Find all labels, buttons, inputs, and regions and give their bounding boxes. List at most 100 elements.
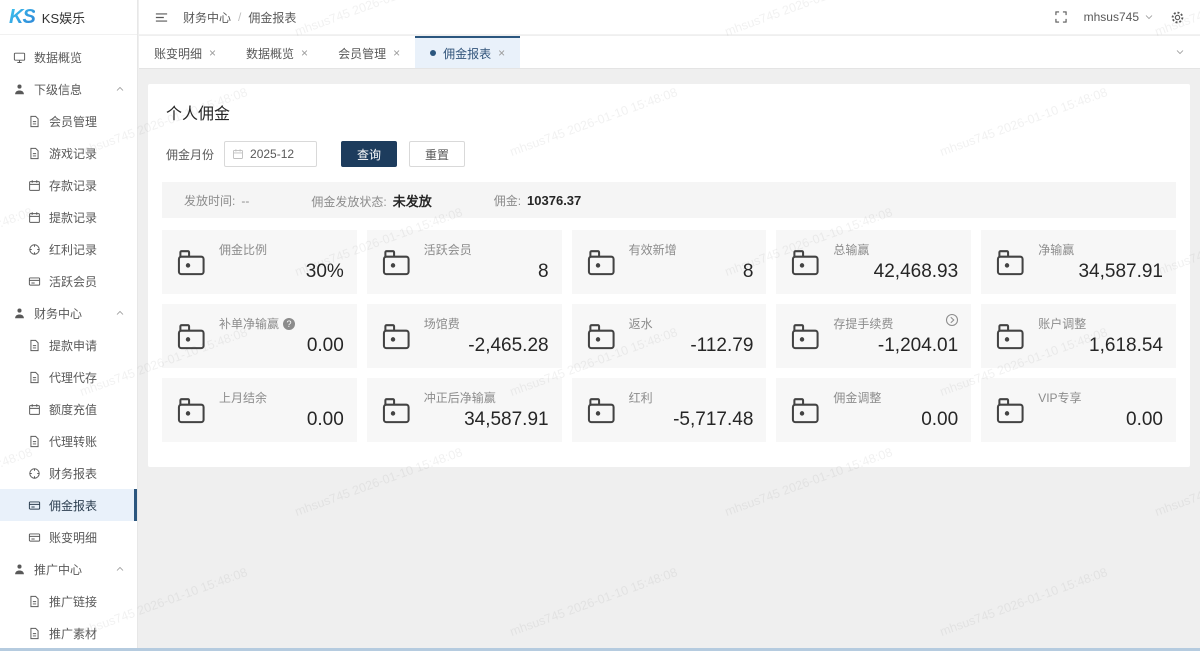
close-icon[interactable]: × [498,46,505,60]
stat-card-body: 活跃会员8 [424,241,549,283]
expand-arrow-icon[interactable] [945,313,959,327]
commission-panel: 个人佣金 佣金月份 2025-12 查询 重置 发放时间: -- 佣金发放状态:… [148,84,1190,467]
close-icon[interactable]: × [393,46,400,60]
stat-card-active-members: 活跃会员8 [367,230,562,294]
sidebar-item-label: 会员管理 [49,113,97,130]
stat-label: 净输赢 [1038,241,1074,258]
sidebar-item-label: 财务中心 [34,305,82,322]
doc-icon [28,147,41,160]
sidebar-item-finance-report[interactable]: 财务报表 [0,457,137,489]
gear-icon[interactable] [1170,10,1185,25]
brand[interactable]: KS KS娱乐 [0,0,137,35]
sidebar-item-label: 额度充值 [49,401,97,418]
sidebar-item-label: 活跃会员 [49,273,97,290]
wallet-icon [175,322,208,351]
wallet-icon [585,248,618,277]
close-icon[interactable]: × [301,46,308,60]
month-picker[interactable]: 2025-12 [224,141,317,167]
sidebar-item-label: 代理转账 [49,433,97,450]
stat-card-body: 返水-112.79 [629,315,754,357]
sidebar-item-commission-report[interactable]: 佣金报表 [0,489,137,521]
sidebar-item-label: 推广链接 [49,593,97,610]
active-tab-dot [430,50,436,56]
sidebar: KS KS娱乐 数据概览下级信息会员管理游戏记录存款记录提款记录红利记录活跃会员… [0,0,138,651]
stat-value: -2,465.28 [424,335,549,357]
issue-time: 发放时间: -- [184,192,249,209]
stat-value: 0.00 [1038,409,1163,431]
stat-card-net-winloss: 净输赢 34,587.91 [981,230,1176,294]
sidebar-item-promotion-materials[interactable]: 推广素材 [0,617,137,649]
breadcrumb: 财务中心 / 佣金报表 [183,9,296,26]
sidebar-item-member-management[interactable]: 会员管理 [0,105,137,137]
stat-value: 0.00 [219,409,344,431]
target-icon [28,467,41,480]
card-icon [28,531,41,544]
stat-card-body: 账户调整1,618.54 [1038,315,1163,357]
close-icon[interactable]: × [209,46,216,60]
person-icon [13,563,26,576]
stat-value: 30% [219,261,344,283]
sidebar-item-active-members[interactable]: 活跃会员 [0,265,137,297]
doc-icon [28,115,41,128]
tabbar-dropdown[interactable] [1175,36,1200,68]
stat-label: 补单净输赢 [219,315,279,332]
sidebar-item-label: 数据概览 [34,49,82,66]
tab-data-overview[interactable]: 数据概览× [231,36,323,68]
stat-value: 34,587.91 [1038,261,1163,283]
sidebar-item-agent-transfer[interactable]: 代理转账 [0,425,137,457]
tab-member-management[interactable]: 会员管理 × [323,36,415,68]
stat-card-body: 补单净输赢?0.00 [219,315,344,357]
help-icon[interactable]: ? [283,318,295,330]
sidebar-item-promotion-center[interactable]: 推广中心 [0,553,137,585]
tab-label: 会员管理 [338,45,386,62]
person-icon [13,307,26,320]
sidebar-item-game-records[interactable]: 游戏记录 [0,137,137,169]
sidebar-item-withdrawal-records[interactable]: 提款记录 [0,201,137,233]
stat-card-commission-adjustment: 佣金调整0.00 [776,378,971,442]
fullscreen-icon[interactable] [1054,10,1068,24]
sidebar-item-bonus-records[interactable]: 红利记录 [0,233,137,265]
top-header: 财务中心 / 佣金报表 mhsus745 [139,0,1200,35]
doc-icon [28,435,41,448]
tab-account-changes[interactable]: 账变明细× [139,36,231,68]
wallet-icon [789,396,822,425]
wallet-icon [380,396,413,425]
user-menu[interactable]: mhsus745 [1084,10,1154,24]
sidebar-item-agent-deposit[interactable]: 代理代存 [0,361,137,393]
commission-label: 佣金: [494,192,521,209]
sidebar-item-promotion-links[interactable]: 推广链接 [0,585,137,617]
calendar-icon [232,148,244,160]
reset-button[interactable]: 重置 [409,141,465,167]
tab-commission-report[interactable]: 佣金报表 × [415,36,520,68]
sidebar-item-sub-info[interactable]: 下级信息 [0,73,137,105]
sidebar-item-label: 推广中心 [34,561,82,578]
menu-toggle-icon[interactable] [154,10,169,25]
stat-card-body: 存提手续费-1,204.01 [833,315,958,357]
sidebar-item-quota-recharge[interactable]: 额度充值 [0,393,137,425]
sidebar-item-finance-center[interactable]: 财务中心 [0,297,137,329]
calendar-icon [28,403,41,416]
stat-card-vip-exclusive: VIP专享0.00 [981,378,1176,442]
wallet-icon [380,322,413,351]
wallet-icon [994,248,1027,277]
page-title: 个人佣金 [166,100,1176,124]
sidebar-item-withdrawal-request[interactable]: 提款申请 [0,329,137,361]
query-button[interactable]: 查询 [341,141,397,167]
stat-card-reorder-net-winloss: 补单净输赢?0.00 [162,304,357,368]
wallet-icon [380,248,413,277]
issue-status: 佣金发放状态: 未发放 [311,191,431,210]
sidebar-item-deposit-records[interactable]: 存款记录 [0,169,137,201]
stat-cards-grid: 佣金比例30%活跃会员8有效新增8总输赢42,468.93净输赢34,587.9… [162,230,1176,442]
filter-row: 佣金月份 2025-12 查询 重置 [166,141,1176,167]
breadcrumb-item[interactable]: 财务中心 [183,9,231,26]
sidebar-item-account-changes[interactable]: 账变明细 [0,521,137,553]
stat-card-body: 佣金调整0.00 [833,389,958,431]
stat-card-body: 上月结余0.00 [219,389,344,431]
stat-card-body: 有效新增8 [629,241,754,283]
header-right: mhsus745 [1054,10,1185,25]
wallet-icon [994,396,1027,425]
tab-label: 佣金报表 [443,45,491,62]
card-icon [28,275,41,288]
sidebar-item-data-overview[interactable]: 数据概览 [0,41,137,73]
stat-card-body: 红利-5,717.48 [629,389,754,431]
